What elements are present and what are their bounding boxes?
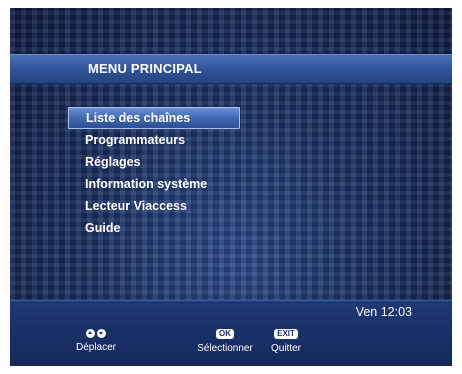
menu-item-guide[interactable]: Guide (68, 217, 240, 239)
menu-item-label: Information système (85, 177, 208, 191)
page-title: MENU PRINCIPAL (88, 61, 202, 76)
arrow-down-icon (97, 329, 106, 338)
ok-key-icon: OK (216, 329, 234, 339)
clock: Ven 12:03 (355, 305, 412, 319)
exit-key-icon: EXIT (274, 329, 298, 339)
hint-quit-label: Quitter (270, 343, 301, 354)
up-down-arrows-icon (66, 329, 126, 338)
menu-item-label: Liste des chaînes (86, 111, 191, 125)
menu-item-system-info[interactable]: Information système (68, 173, 240, 195)
hint-move: Déplacer (66, 329, 126, 353)
menu-item-timers[interactable]: Programmateurs (68, 129, 240, 151)
tv-screen: MENU PRINCIPAL Liste des chaînes Program… (10, 8, 452, 366)
hint-quit: EXIT Quitter (264, 329, 308, 354)
hint-select: OK Sélectionner (190, 329, 260, 354)
menu-item-viaccess-reader[interactable]: Lecteur Viaccess (68, 195, 240, 217)
main-menu: Liste des chaînes Programmateurs Réglage… (68, 107, 240, 239)
menu-item-channel-list[interactable]: Liste des chaînes (68, 107, 240, 129)
hint-select-label: Sélectionner (197, 343, 253, 354)
menu-item-label: Programmateurs (85, 133, 186, 147)
menu-item-label: Lecteur Viaccess (85, 199, 187, 213)
menu-item-label: Réglages (85, 155, 141, 169)
menu-item-settings[interactable]: Réglages (68, 151, 240, 173)
arrow-up-icon (86, 329, 95, 338)
menu-item-label: Guide (85, 221, 121, 235)
title-bar: MENU PRINCIPAL (10, 54, 452, 84)
hint-move-label: Déplacer (75, 342, 117, 353)
